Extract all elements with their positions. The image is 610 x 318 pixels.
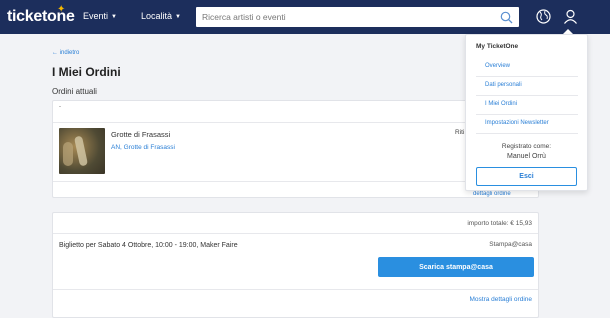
ticket-description: Biglietto per Sabato 4 Ottobre, 10:00 - … — [59, 242, 238, 249]
divider — [476, 114, 578, 115]
section-title: Ordini attuali — [52, 87, 97, 96]
logout-button[interactable]: Esci — [476, 167, 577, 186]
top-navbar: ticketone ✦ Eventi ▼ Località ▼ — [0, 0, 610, 34]
event-name: Grotte di Frasassi — [111, 130, 171, 139]
chevron-down-icon: ▼ — [175, 13, 181, 20]
divider — [53, 233, 538, 234]
registered-as-label: Registrato come: — [501, 143, 552, 150]
menu-item-i-miei-ordini[interactable]: I Miei Ordini — [485, 101, 517, 107]
divider — [476, 133, 578, 134]
nav-localita[interactable]: Località ▼ — [141, 11, 181, 21]
search-box — [195, 6, 520, 28]
page-title: I Miei Ordini — [52, 65, 121, 79]
nav-eventi-label: Eventi — [83, 11, 109, 21]
globe-icon[interactable] — [535, 8, 552, 25]
delivery-method: Riti — [455, 129, 465, 136]
divider — [53, 289, 538, 290]
user-name: Manuel Orrù — [507, 153, 546, 160]
show-order-details-link[interactable]: Mostra dettagli ordine — [469, 296, 532, 303]
event-location[interactable]: AN, Grotte di Frasassi — [111, 144, 175, 151]
delivery-method: Stampa@casa — [489, 241, 532, 248]
menu-item-dati-personali[interactable]: Dati personali — [485, 82, 522, 88]
search-icon[interactable] — [500, 11, 513, 24]
account-dropdown: My TicketOne Overview Dati personali I M… — [465, 34, 588, 191]
menu-item-overview[interactable]: Overview — [485, 63, 510, 69]
search-input[interactable] — [196, 7, 486, 27]
divider — [476, 95, 578, 96]
show-order-details-link[interactable]: dettagli ordine — [473, 191, 511, 197]
chevron-down-icon: ▼ — [111, 13, 117, 20]
order-card: importo totale: € 15,93 Biglietto per Sa… — [52, 212, 539, 318]
download-print-at-home-button[interactable]: Scarica stampa@casa — [378, 257, 534, 277]
logo-star-icon: ✦ — [57, 4, 66, 15]
nav-eventi[interactable]: Eventi ▼ — [83, 11, 117, 21]
menu-item-newsletter[interactable]: Impostazioni Newsletter — [485, 120, 549, 126]
divider — [476, 76, 578, 77]
nav-localita-label: Località — [141, 11, 173, 21]
order-total: importo totale: € 15,93 — [467, 220, 532, 227]
back-label: indietro — [59, 50, 80, 56]
dropdown-title: My TicketOne — [476, 43, 519, 50]
back-link[interactable]: ← indietro — [52, 50, 79, 56]
user-icon[interactable] — [562, 8, 579, 25]
event-thumbnail — [59, 128, 105, 174]
